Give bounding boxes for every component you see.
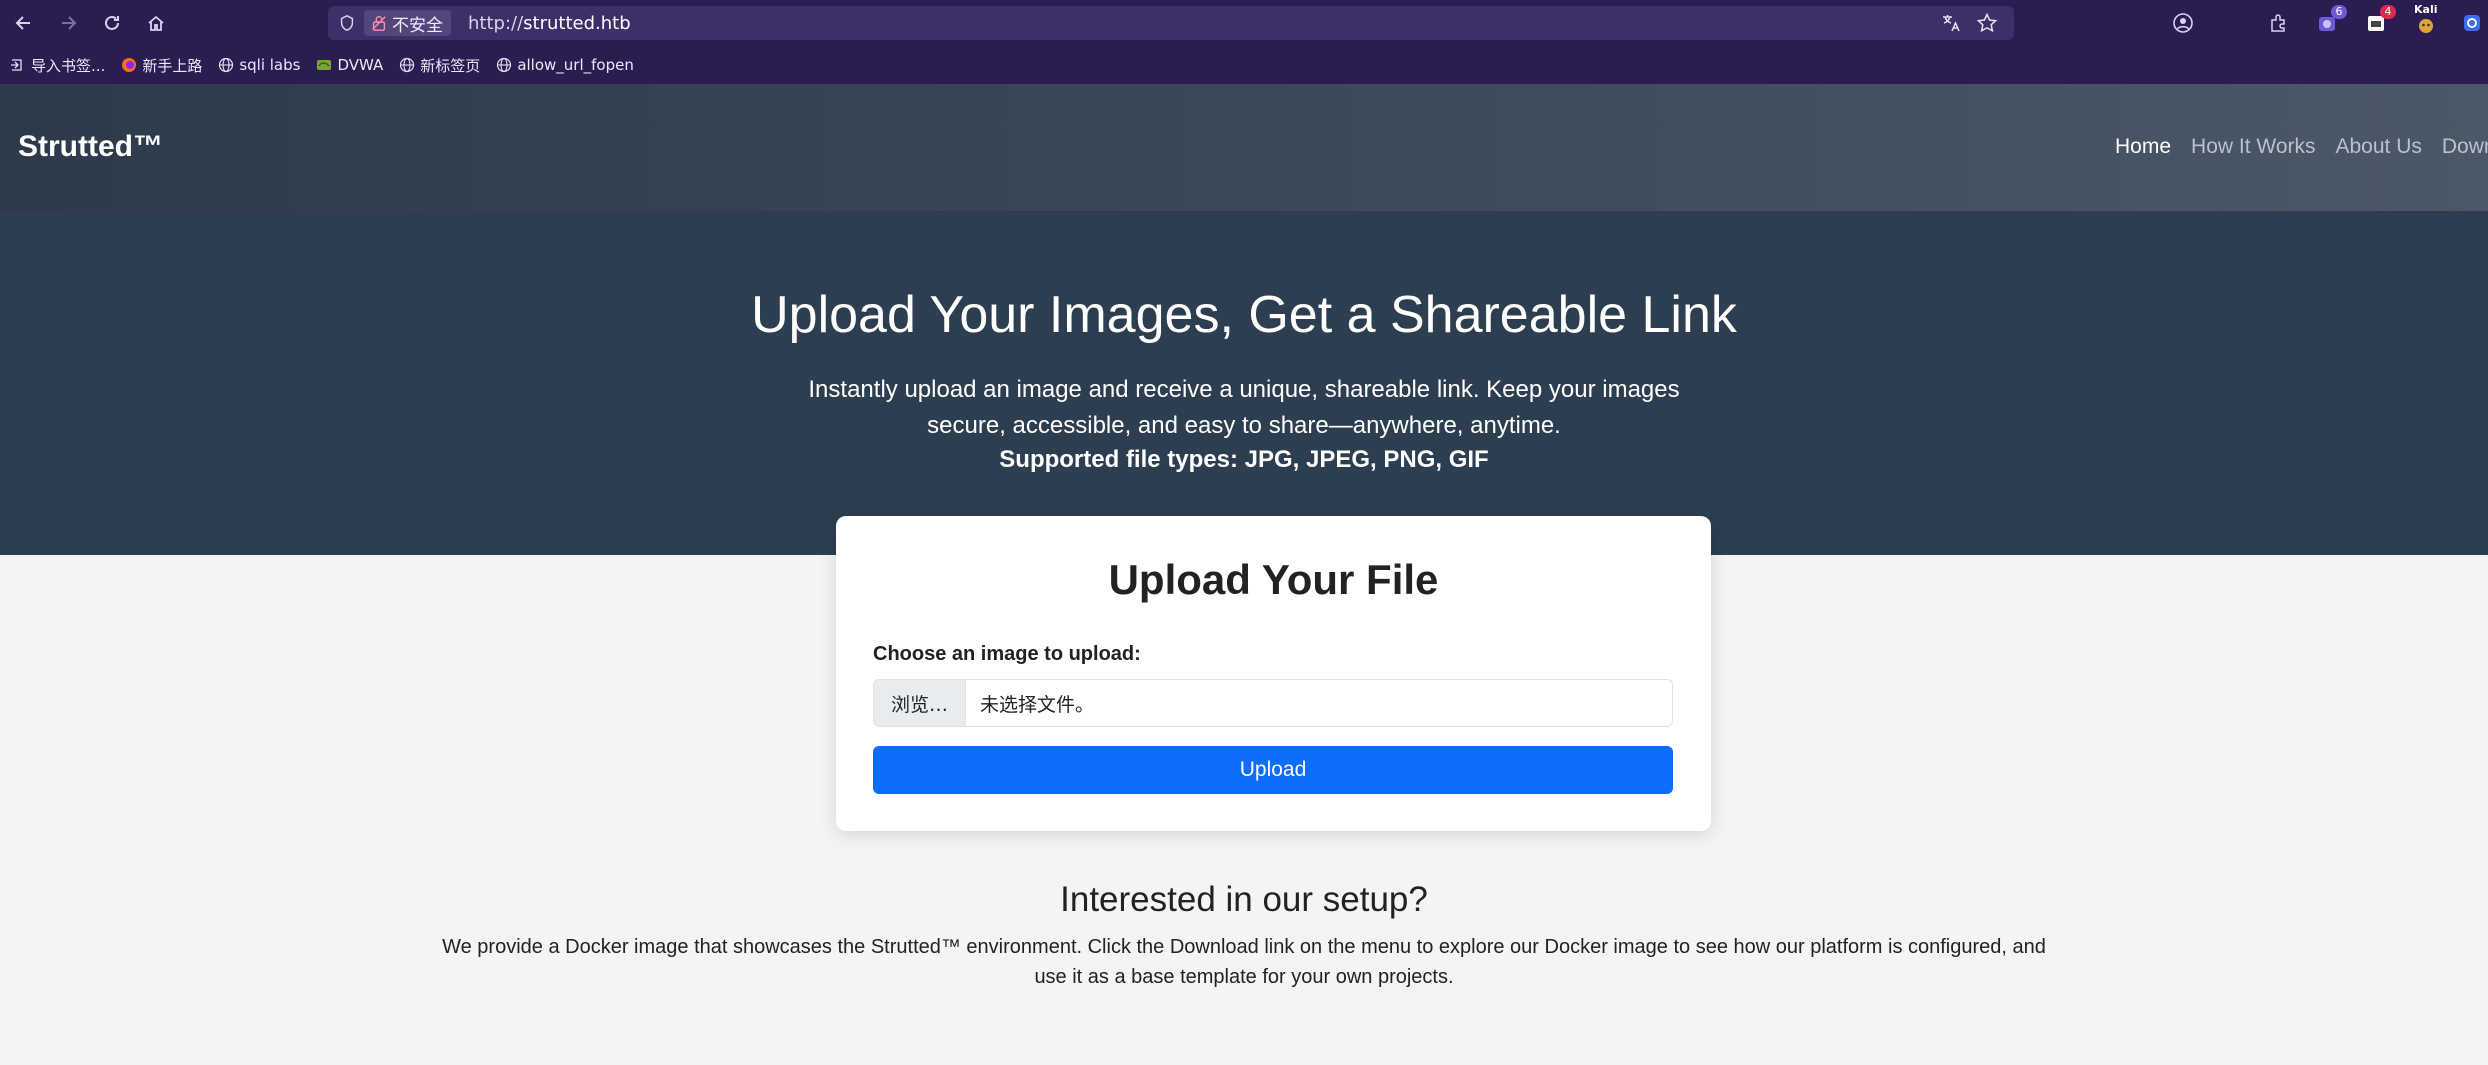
hero-section: Upload Your Images, Get a Shareable Link… bbox=[0, 211, 2488, 555]
url-scheme: http:// bbox=[468, 13, 524, 34]
setup-title: Interested in our setup? bbox=[1060, 880, 1428, 919]
kali-label: Kali bbox=[2414, 3, 2438, 16]
hero-lead: Instantly upload an image and receive a … bbox=[808, 376, 1680, 439]
extension-b-button[interactable]: 4 bbox=[2362, 5, 2396, 37]
browse-button[interactable]: 浏览… bbox=[874, 680, 966, 726]
bookmark-star-icon[interactable] bbox=[1976, 12, 1998, 34]
setup-section: Interested in our setup? We provide a Do… bbox=[0, 880, 2488, 992]
nav-about-us[interactable]: About Us bbox=[2336, 135, 2422, 159]
extension-b-badge: 4 bbox=[2380, 5, 2396, 19]
extension-c-button[interactable] bbox=[2458, 9, 2486, 37]
account-button[interactable] bbox=[2169, 9, 2197, 37]
upload-card: Upload Your File Choose an image to uplo… bbox=[836, 516, 1711, 831]
import-icon bbox=[11, 59, 22, 71]
upload-title: Upload Your File bbox=[1108, 556, 1439, 603]
site-navbar: Strutted™ Home How It Works About Us Dow… bbox=[0, 84, 2488, 211]
setup-text: We provide a Docker image that showcases… bbox=[442, 936, 2046, 988]
url-host: strutted.htb bbox=[523, 13, 631, 34]
url-text[interactable]: http://strutted.htb bbox=[468, 13, 631, 34]
globe-icon bbox=[219, 57, 234, 73]
file-label: Choose an image to upload: bbox=[873, 643, 1141, 665]
back-arrow-icon bbox=[15, 16, 30, 30]
bookmark-label: allow_url_fopen bbox=[517, 56, 634, 74]
reload-button[interactable] bbox=[96, 7, 128, 39]
kali-button[interactable]: Kali bbox=[2412, 3, 2440, 37]
account-icon bbox=[2173, 13, 2193, 33]
bookmark-allow-url-fopen[interactable]: allow_url_fopen bbox=[496, 56, 634, 74]
dvwa-icon bbox=[317, 60, 332, 70]
globe-icon bbox=[400, 57, 415, 73]
home-button[interactable] bbox=[140, 7, 172, 39]
unlocked-lock-icon bbox=[372, 16, 386, 31]
nav-links: Home How It Works About Us Download bbox=[2115, 135, 2488, 159]
bookmark-label: sqli labs bbox=[239, 56, 301, 74]
insecure-connection-badge[interactable]: 不安全 bbox=[364, 10, 451, 36]
tracking-shield-icon[interactable] bbox=[336, 12, 358, 34]
insecure-label: 不安全 bbox=[392, 15, 443, 36]
bookmark-import[interactable]: 导入书签... bbox=[10, 55, 105, 76]
bookmark-label: 新手上路 bbox=[142, 56, 203, 75]
file-input[interactable]: 浏览… 未选择文件。 bbox=[873, 679, 1673, 727]
forward-arrow-icon bbox=[62, 16, 77, 30]
nav-download[interactable]: Download bbox=[2442, 135, 2488, 159]
hero-title: Upload Your Images, Get a Shareable Link bbox=[751, 286, 1737, 344]
bookmark-dvwa[interactable]: DVWA bbox=[316, 56, 383, 74]
extensions-button[interactable] bbox=[2265, 9, 2293, 37]
globe-icon bbox=[497, 57, 512, 73]
bookmark-sqli-labs[interactable]: sqli labs bbox=[218, 56, 300, 74]
bookmark-label: 新标签页 bbox=[420, 56, 481, 75]
upload-button[interactable]: Upload bbox=[873, 746, 1673, 794]
address-bar[interactable]: 不安全 http://strutted.htb bbox=[328, 6, 2014, 40]
browser-toolbar: 不安全 http://strutted.htb 6 4 Kali bbox=[0, 0, 2488, 46]
nav-how-it-works[interactable]: How It Works bbox=[2191, 135, 2315, 159]
supported-types: Supported file types: JPG, JPEG, PNG, GI… bbox=[999, 446, 1489, 473]
forward-button[interactable] bbox=[52, 7, 84, 39]
bookmark-label: 导入书签... bbox=[31, 56, 106, 75]
reload-icon bbox=[105, 15, 119, 30]
firefox-icon bbox=[122, 58, 137, 72]
browser-chrome: 不安全 http://strutted.htb 6 4 Kali 导入书签...… bbox=[0, 0, 2488, 84]
extension-a-badge: 6 bbox=[2331, 5, 2347, 19]
back-button[interactable] bbox=[8, 7, 40, 39]
puzzle-icon bbox=[2271, 14, 2285, 32]
nav-home[interactable]: Home bbox=[2115, 135, 2171, 159]
bookmarks-bar: 导入书签... 新手上路 sqli labs DVWA 新标签页 allow_u… bbox=[0, 50, 2488, 80]
extension-c-icon bbox=[2464, 15, 2480, 31]
bookmark-new-tab[interactable]: 新标签页 bbox=[399, 55, 480, 76]
site-brand[interactable]: Strutted™ bbox=[18, 130, 163, 164]
extension-a-button[interactable]: 6 bbox=[2313, 5, 2347, 37]
bookmark-label: DVWA bbox=[337, 56, 384, 74]
home-icon bbox=[148, 15, 164, 31]
translate-icon[interactable] bbox=[1940, 12, 1962, 34]
no-file-text: 未选择文件。 bbox=[980, 693, 1095, 716]
bookmark-getting-started[interactable]: 新手上路 bbox=[121, 55, 202, 76]
